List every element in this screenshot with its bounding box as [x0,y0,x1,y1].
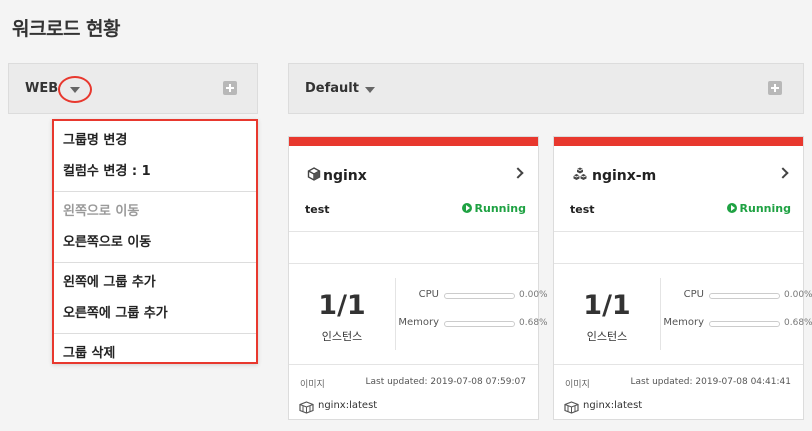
chevron-down-icon[interactable] [365,87,375,93]
group-header-web: WEB [8,63,258,114]
instance-count-label: 인스턴스 [321,330,363,343]
card-stats: 1/1 인스턴스 CPU 0.00% Memory 0.68% [554,264,812,365]
card-footer: 이미지 Last updated: 2019-07-08 07:59:07 ng… [289,365,538,420]
chevron-down-icon[interactable] [70,87,80,93]
add-workload-button[interactable] [223,81,237,95]
box-icon [299,401,314,414]
chevron-right-icon[interactable] [777,167,789,179]
memory-label: Memory [398,317,439,328]
workload-name[interactable]: nginx [323,168,367,184]
last-updated: Last updated: 2019-07-08 04:41:41 [630,377,791,387]
menu-item-add-group-right[interactable]: 오른쪽에 그룹 추가 [54,298,256,329]
instance-count-label: 인스턴스 [586,330,628,343]
menu-section: 그룹명 변경 컬럼수 변경 : 1 [54,121,256,192]
menu-item-rename-group[interactable]: 그룹명 변경 [54,125,256,156]
image-name: nginx:latest [583,400,643,411]
workload-name[interactable]: nginx-m [592,168,656,184]
menu-section: 왼쪽으로 이동 오른쪽으로 이동 [54,192,256,263]
workload-card[interactable]: nginx-m test Running 1/1 인스턴스 CPU 0.00% … [553,136,812,420]
group-context-menu: 그룹명 변경 컬럼수 변경 : 1 왼쪽으로 이동 오른쪽으로 이동 왼쪽에 그… [52,119,258,364]
status-text: Running [474,202,526,215]
memory-value: 0.68% [519,318,548,328]
card-status-bar [554,137,803,146]
cube-icon [307,167,321,181]
cpu-label: CPU [418,289,439,300]
instance-count: 1/1 [318,290,366,321]
workload-namespace: test [570,203,595,216]
memory-usage-bar [444,321,515,327]
add-workload-button[interactable] [768,81,782,95]
cpu-usage-bar [444,293,515,299]
card-header: nginx test Running [289,146,538,232]
image-name: nginx:latest [318,400,378,411]
menu-item-add-group-left[interactable]: 왼쪽에 그룹 추가 [54,267,256,298]
chevron-right-icon[interactable] [512,167,524,179]
image-label: 이미지 [565,380,590,390]
menu-item-delete-group[interactable]: 그룹 삭제 [54,338,256,369]
card-header: nginx-m test Running [554,146,803,232]
card-spacer [554,232,803,264]
cpu-value: 0.00% [784,290,812,300]
menu-item-move-right[interactable]: 오른쪽으로 이동 [54,227,256,258]
play-circle-icon [461,203,472,213]
status-badge: Running [461,202,526,215]
instance-count: 1/1 [583,290,631,321]
last-updated: Last updated: 2019-07-08 07:59:07 [365,377,526,387]
cpu-value: 0.00% [519,290,548,300]
group-header-default: Default [288,63,804,114]
workload-namespace: test [305,203,330,216]
cubes-icon [573,167,587,180]
cpu-usage-bar [709,293,780,299]
status-text: Running [739,202,791,215]
card-footer: 이미지 Last updated: 2019-07-08 04:41:41 ng… [554,365,803,420]
group-name: Default [305,81,359,96]
group-name: WEB [25,81,59,96]
play-circle-icon [726,203,737,213]
box-icon [564,401,579,414]
menu-section: 그룹 삭제 [54,334,256,373]
page-title: 워크로드 현황 [12,18,121,40]
cpu-label: CPU [683,289,704,300]
menu-item-change-columns[interactable]: 컬럼수 변경 : 1 [54,156,256,187]
memory-label: Memory [663,317,704,328]
card-spacer [289,232,538,264]
card-status-bar [289,137,538,146]
memory-value: 0.68% [784,318,812,328]
workload-card[interactable]: nginx test Running 1/1 인스턴스 CPU 0.00% Me… [288,136,548,420]
card-stats: 1/1 인스턴스 CPU 0.00% Memory 0.68% [289,264,548,365]
memory-usage-bar [709,321,780,327]
status-badge: Running [726,202,791,215]
menu-item-move-left: 왼쪽으로 이동 [63,204,140,219]
menu-section: 왼쪽에 그룹 추가 오른쪽에 그룹 추가 [54,263,256,334]
image-label: 이미지 [300,380,325,390]
